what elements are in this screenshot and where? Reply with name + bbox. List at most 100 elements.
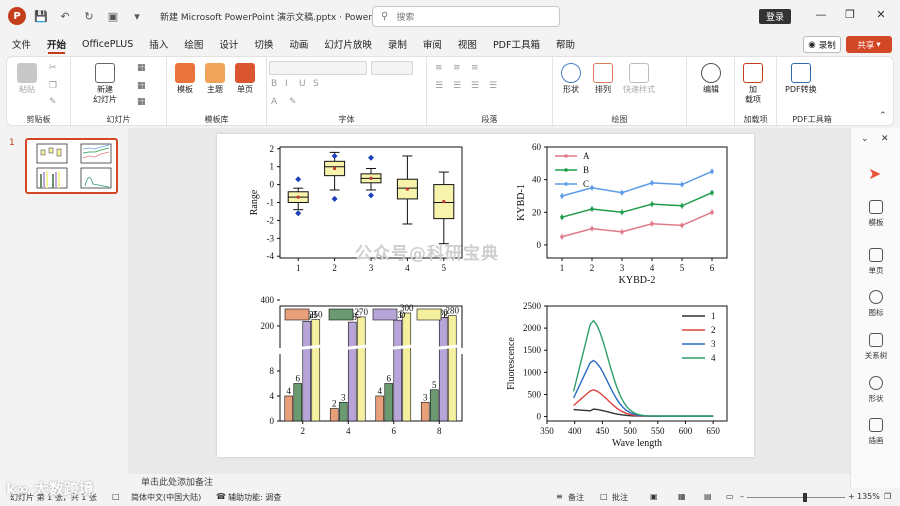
tab-view[interactable]: 视图 (450, 32, 485, 56)
box-plot-ytick-label: 1 (270, 162, 275, 172)
fit-slide-icon[interactable]: ❐ (884, 492, 891, 501)
slideshow-icon[interactable]: ▭ (726, 492, 734, 501)
zoom-slider-thumb[interactable] (803, 493, 807, 502)
close-window-icon[interactable]: ✕ (872, 8, 890, 21)
strikethrough-icon[interactable]: S (313, 79, 319, 89)
accessibility-icon: ☎ (216, 492, 226, 501)
redo-icon[interactable]: ↻ (80, 7, 98, 25)
bar-chart-bar (375, 395, 385, 422)
pdf-convert-button[interactable]: PDF转换 (785, 63, 817, 95)
justify-icon[interactable]: ☰ (489, 81, 497, 91)
present-icon[interactable]: ▣ (104, 7, 122, 25)
collapse-ribbon-icon[interactable]: ⌃ (879, 111, 887, 121)
customize-toolbar-icon[interactable]: ▾ (128, 7, 146, 25)
tab-draw[interactable]: 绘图 (176, 32, 211, 56)
login-button[interactable]: 登录 (759, 9, 791, 24)
right-panel-item-single[interactable]: 单页 (851, 248, 900, 276)
italic-icon[interactable]: I (285, 79, 288, 89)
notes-toggle-icon: ≡ (556, 492, 563, 501)
fluor-chart-xtick-label: 550 (651, 426, 665, 436)
edit-button[interactable]: 编辑 (701, 63, 721, 95)
copy-icon[interactable]: ❐ (49, 81, 57, 91)
align-right-icon[interactable]: ☰ (471, 81, 479, 91)
right-panel-item-shapes[interactable]: 形状 (851, 376, 900, 404)
font-size-select[interactable] (371, 61, 413, 75)
new-slide-button[interactable]: 新建 幻灯片 (93, 63, 117, 105)
align-left-icon[interactable]: ☰ (435, 81, 443, 91)
numbering-icon[interactable]: ≡ (453, 63, 461, 73)
tab-officeplus[interactable]: OfficePLUS (74, 32, 141, 56)
tab-record[interactable]: 录制 (380, 32, 415, 56)
bar-chart-bar (284, 395, 294, 422)
right-panel-item-icons[interactable]: 图标 (851, 290, 900, 318)
underline-icon[interactable]: U (299, 79, 306, 89)
language[interactable]: 简体中文(中国大陆) (131, 492, 201, 503)
line-plot-ytick-label: 20 (532, 207, 542, 217)
align-center-icon[interactable]: ☰ (453, 81, 461, 91)
bold-icon[interactable]: B (271, 79, 277, 89)
slide[interactable]: 2 1 0 -1 -2 -3 -4 Range 1 2 3 4 5 60 40 20 0 1 2 3 4 5 6 KYBD-1… (217, 134, 754, 457)
template-button[interactable]: 模板 (175, 63, 195, 95)
tab-transitions[interactable]: 切换 (246, 32, 281, 56)
slide-thumbnail[interactable] (25, 138, 118, 194)
zoom-in-icon[interactable]: + (848, 492, 855, 501)
zoom-level[interactable]: 135% (857, 492, 880, 501)
undo-icon[interactable]: ↶ (56, 7, 74, 25)
font-color-icon[interactable]: A (271, 97, 277, 107)
slide-sorter-icon[interactable]: ▦ (678, 492, 686, 501)
bar-chart-data-label: 3 (341, 392, 346, 402)
shape-button[interactable]: 形状 (561, 63, 581, 95)
search-input[interactable]: ⚲ 搜索 (372, 6, 560, 27)
notes-toggle[interactable]: 备注 (568, 492, 584, 503)
tab-slideshow[interactable]: 幻灯片放映 (316, 32, 380, 56)
tab-design[interactable]: 设计 (211, 32, 246, 56)
new-slide-label: 新建 幻灯片 (93, 85, 117, 104)
tab-pdf-toolbox[interactable]: PDF工具箱 (485, 32, 548, 56)
tab-insert[interactable]: 插入 (141, 32, 176, 56)
theme-button[interactable]: 主题 (205, 63, 225, 95)
format-painter-icon[interactable]: ✎ (49, 97, 57, 107)
right-panel-label: 图标 (868, 308, 884, 317)
layout-icon[interactable]: ▦ (137, 63, 146, 73)
quick-style-button[interactable]: 快速样式 (623, 63, 655, 95)
minimize-icon[interactable]: — (812, 8, 830, 21)
paste-button[interactable]: 粘贴 (17, 63, 37, 95)
arrange-button[interactable]: 排列 (593, 63, 613, 95)
chevron-down-icon[interactable]: ⌄ (861, 134, 869, 144)
tab-home[interactable]: 开始 (39, 32, 74, 56)
share-button[interactable]: 共享 ▾ (846, 36, 892, 53)
tab-animations[interactable]: 动画 (281, 32, 316, 56)
cut-icon[interactable]: ✂ (49, 63, 57, 73)
comments-toggle[interactable]: 批注 (612, 492, 628, 503)
normal-view-icon[interactable]: ▣ (650, 492, 658, 501)
font-family-select[interactable] (269, 61, 367, 75)
right-panel-item-template[interactable]: 模板 (851, 200, 900, 228)
record-button[interactable]: ◉ 录制 (803, 36, 841, 53)
save-icon[interactable]: 💾 (32, 7, 50, 25)
spellcheck-icon[interactable]: □ (112, 492, 120, 501)
indent-icon[interactable]: ≡ (471, 63, 479, 73)
close-panel-icon[interactable]: ✕ (881, 134, 889, 144)
zoom-slider[interactable] (747, 497, 845, 498)
addins-button[interactable]: 加 载项 (743, 63, 763, 105)
right-panel-item-illustration[interactable]: 插画 (851, 418, 900, 446)
notes-placeholder: 单击此处添加备注 (141, 477, 214, 488)
tab-file[interactable]: 文件 (0, 32, 39, 56)
right-panel-item-tree[interactable]: 关系树 (851, 333, 900, 361)
zoom-out-icon[interactable]: – (740, 492, 744, 501)
bar-chart-axis-break (459, 348, 465, 354)
reset-icon[interactable]: ▦ (137, 81, 146, 91)
section-icon[interactable]: ▦ (137, 97, 146, 107)
tab-review[interactable]: 审阅 (415, 32, 450, 56)
restore-icon[interactable]: ❐ (841, 8, 859, 21)
tab-help[interactable]: 帮助 (548, 32, 583, 56)
highlight-icon[interactable]: ✎ (289, 97, 297, 107)
bullets-icon[interactable]: ≡ (435, 63, 443, 73)
bar-chart-legend-label: D (399, 310, 406, 320)
notes-pane[interactable]: 单击此处添加备注 (0, 474, 850, 488)
bar-chart-legend-swatch (328, 308, 354, 321)
single-page-button[interactable]: 单页 (235, 63, 255, 95)
reading-view-icon[interactable]: ▤ (704, 492, 712, 501)
bar-chart-xtick-label: 2 (301, 426, 306, 436)
accessibility-status[interactable]: 辅助功能: 调查 (228, 492, 281, 503)
